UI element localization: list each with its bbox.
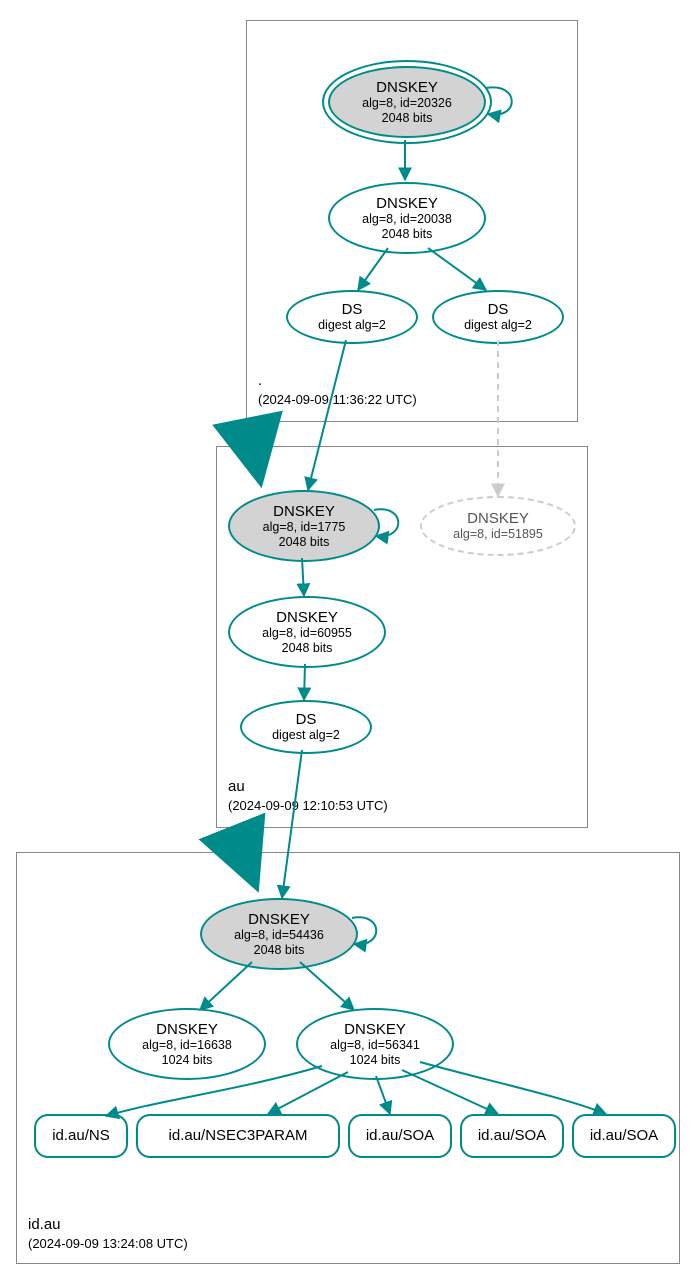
root-zsk: DNSKEY alg=8, id=20038 2048 bits — [328, 182, 486, 254]
au-ds-sub1: digest alg=2 — [272, 728, 340, 742]
idau-zsk1-sub2: 1024 bits — [162, 1053, 213, 1067]
zone-idau-name: id.au — [28, 1216, 61, 1233]
idau-ksk-sub2: 2048 bits — [254, 943, 305, 957]
rr-ns-label: id.au/NS — [52, 1127, 110, 1144]
zone-idau-timestamp: (2024-09-09 13:24:08 UTC) — [28, 1236, 188, 1251]
root-ds2: DS digest alg=2 — [432, 290, 564, 344]
idau-zsk1-sub1: alg=8, id=16638 — [142, 1038, 232, 1052]
idau-zsk2-title: DNSKEY — [344, 1021, 406, 1038]
root-ds1-sub1: digest alg=2 — [318, 318, 386, 332]
rr-nsec3-label: id.au/NSEC3PARAM — [169, 1127, 308, 1144]
au-ksk: DNSKEY alg=8, id=1775 2048 bits — [228, 490, 380, 562]
zone-au-timestamp: (2024-09-09 12:10:53 UTC) — [228, 798, 388, 813]
idau-zsk1: DNSKEY alg=8, id=16638 1024 bits — [108, 1008, 266, 1080]
root-ds2-sub1: digest alg=2 — [464, 318, 532, 332]
rr-soa3-label: id.au/SOA — [590, 1127, 658, 1144]
au-zsk: DNSKEY alg=8, id=60955 2048 bits — [228, 596, 386, 668]
rr-soa2: id.au/SOA — [460, 1114, 564, 1158]
rr-soa2-label: id.au/SOA — [478, 1127, 546, 1144]
root-zsk-sub1: alg=8, id=20038 — [362, 212, 452, 226]
au-ksk-sub2: 2048 bits — [279, 535, 330, 549]
rr-nsec3param: id.au/NSEC3PARAM — [136, 1114, 340, 1158]
root-zsk-sub2: 2048 bits — [382, 227, 433, 241]
au-zsk-sub1: alg=8, id=60955 — [262, 626, 352, 640]
au-ksk-sub1: alg=8, id=1775 — [263, 520, 346, 534]
au-ghost-title: DNSKEY — [467, 510, 529, 527]
au-ds: DS digest alg=2 — [240, 700, 372, 754]
root-ksk: DNSKEY alg=8, id=20326 2048 bits — [328, 66, 486, 138]
au-ghost-sub1: alg=8, id=51895 — [453, 527, 543, 541]
root-ksk-sub1: alg=8, id=20326 — [362, 96, 452, 110]
idau-ksk-sub1: alg=8, id=54436 — [234, 928, 324, 942]
au-ds-title: DS — [296, 711, 317, 728]
idau-zsk1-title: DNSKEY — [156, 1021, 218, 1038]
idau-ksk: DNSKEY alg=8, id=54436 2048 bits — [200, 898, 358, 970]
au-zsk-sub2: 2048 bits — [282, 641, 333, 655]
idau-ksk-title: DNSKEY — [248, 911, 310, 928]
root-ksk-title: DNSKEY — [376, 79, 438, 96]
root-ds1: DS digest alg=2 — [286, 290, 418, 344]
rr-soa1-label: id.au/SOA — [366, 1127, 434, 1144]
idau-zsk2-sub2: 1024 bits — [350, 1053, 401, 1067]
zone-root-timestamp: (2024-09-09 11:36:22 UTC) — [258, 392, 417, 407]
au-ghost-key: DNSKEY alg=8, id=51895 — [420, 496, 576, 556]
zone-au-name: au — [228, 778, 245, 795]
root-ds1-title: DS — [342, 301, 363, 318]
idau-zsk2: DNSKEY alg=8, id=56341 1024 bits — [296, 1008, 454, 1080]
rr-soa3: id.au/SOA — [572, 1114, 676, 1158]
root-ksk-sub2: 2048 bits — [382, 111, 433, 125]
au-ksk-title: DNSKEY — [273, 503, 335, 520]
root-ds2-title: DS — [488, 301, 509, 318]
idau-zsk2-sub1: alg=8, id=56341 — [330, 1038, 420, 1052]
root-zsk-title: DNSKEY — [376, 195, 438, 212]
au-zsk-title: DNSKEY — [276, 609, 338, 626]
rr-soa1: id.au/SOA — [348, 1114, 452, 1158]
zone-root-name: . — [258, 372, 262, 389]
rr-ns: id.au/NS — [34, 1114, 128, 1158]
